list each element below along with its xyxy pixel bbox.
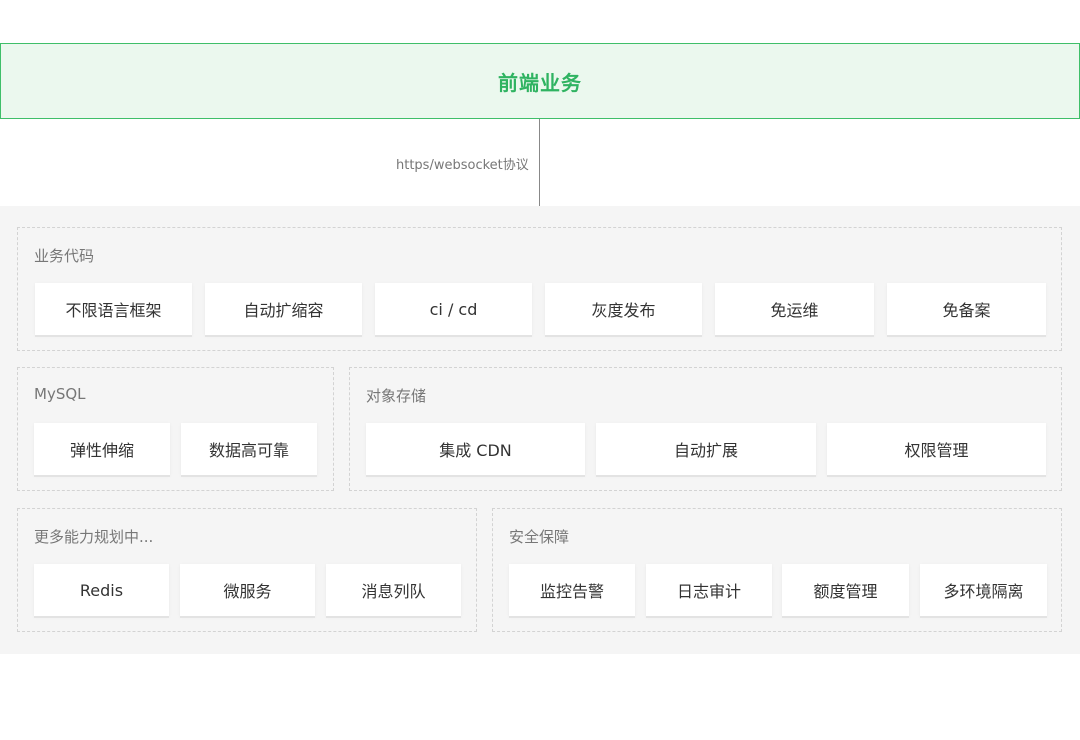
group-title: 安全保障 [509, 528, 570, 546]
connector-line [539, 119, 540, 219]
group-title: 业务代码 [34, 247, 95, 265]
feature-card: 微服务 [180, 564, 315, 616]
feature-card: Redis [34, 564, 169, 616]
feature-card: 自动扩展 [596, 423, 816, 475]
feature-card: 免运维 [715, 283, 874, 335]
group-business-code: 业务代码 不限语言框架 自动扩缩容 ci / cd 灰度发布 免运维 免备案 [17, 227, 1062, 351]
frontend-title: 前端业务 [498, 70, 582, 95]
platform-area: 业务代码 不限语言框架 自动扩缩容 ci / cd 灰度发布 免运维 免备案 M… [0, 206, 1080, 654]
group-mysql: MySQL 弹性伸缩 数据高可靠 [17, 367, 334, 491]
feature-card: 集成 CDN [366, 423, 585, 475]
feature-card: 多环境隔离 [920, 564, 1047, 616]
feature-card: 数据高可靠 [181, 423, 317, 475]
feature-card: 额度管理 [782, 564, 909, 616]
feature-card: 监控告警 [509, 564, 635, 616]
group-object-storage: 对象存储 集成 CDN 自动扩展 权限管理 [349, 367, 1062, 491]
feature-card: 免备案 [887, 283, 1046, 335]
feature-card: 灰度发布 [545, 283, 702, 335]
group-security: 安全保障 监控告警 日志审计 额度管理 多环境隔离 [492, 508, 1062, 632]
group-title: 更多能力规划中... [34, 528, 154, 546]
feature-card: 日志审计 [646, 564, 772, 616]
feature-card: 自动扩缩容 [205, 283, 362, 335]
group-title: MySQL [34, 385, 86, 403]
frontend-block: 前端业务 [0, 43, 1080, 119]
feature-card: 不限语言框架 [35, 283, 192, 335]
feature-card: ci / cd [375, 283, 532, 335]
connector-label: https/websocket协议 [396, 158, 529, 173]
feature-card: 权限管理 [827, 423, 1046, 475]
feature-card: 弹性伸缩 [34, 423, 170, 475]
group-planned: 更多能力规划中... Redis 微服务 消息列队 [17, 508, 477, 632]
group-title: 对象存储 [366, 387, 427, 405]
feature-card: 消息列队 [326, 564, 461, 616]
